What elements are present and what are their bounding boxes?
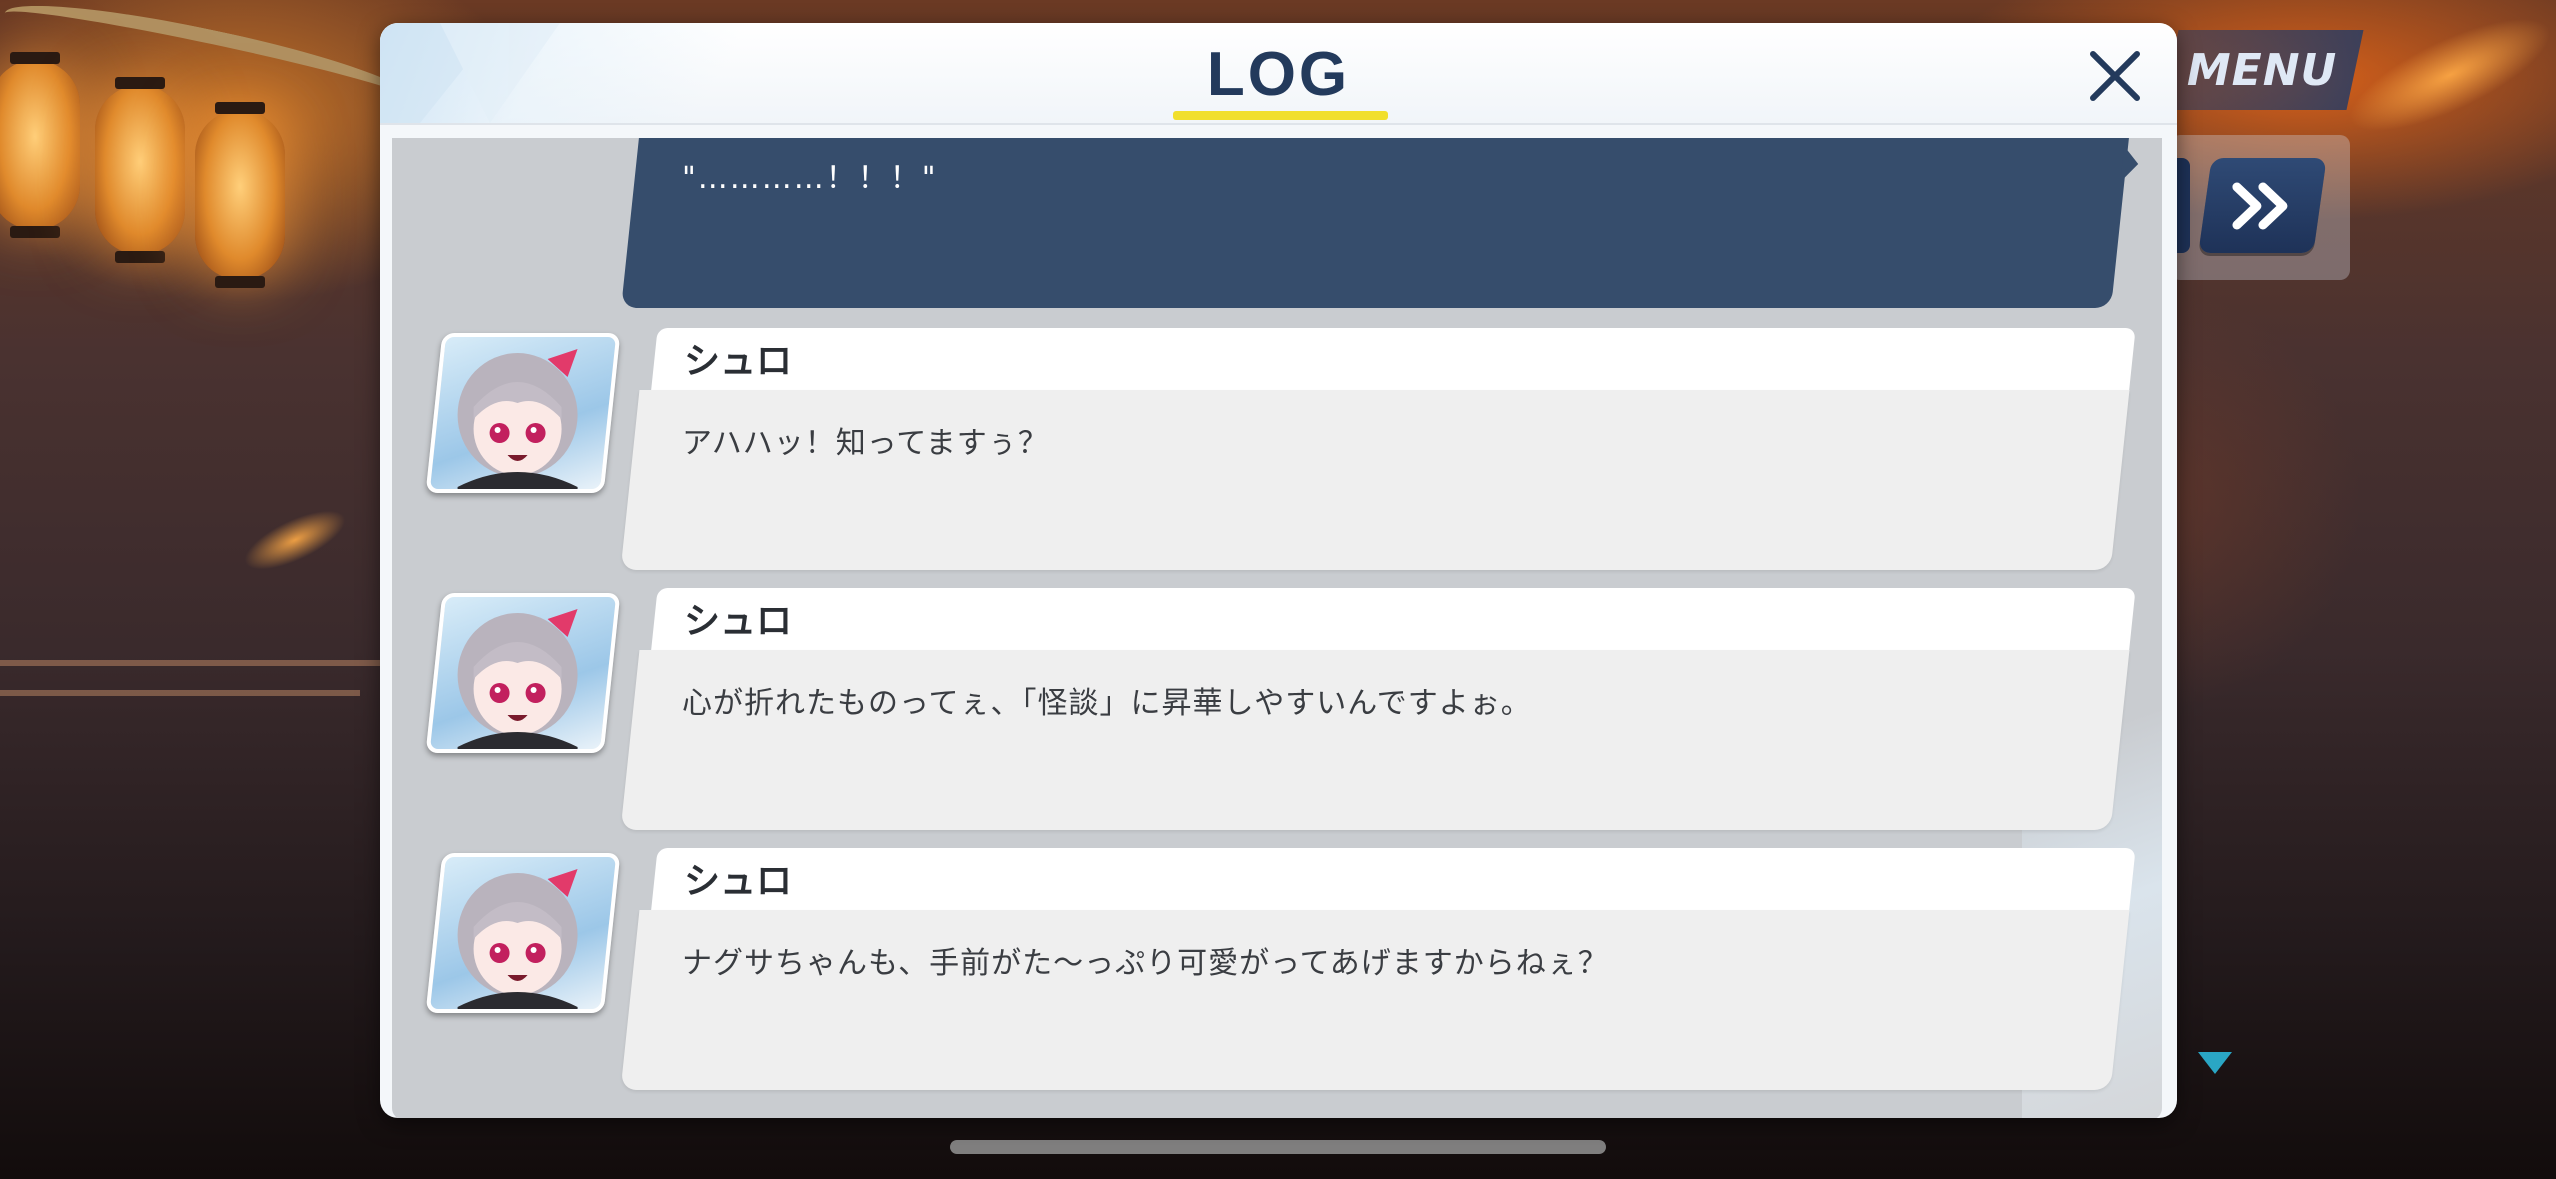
- fast-forward-icon: [2232, 182, 2287, 229]
- character-portrait: [457, 869, 578, 1013]
- triangle-down-icon: [2198, 1052, 2232, 1074]
- message-text: ナグサちゃんも、手前がた～っぷり可愛がってあげますからねぇ？: [682, 946, 1609, 981]
- message-box: [620, 910, 2130, 1090]
- home-indicator[interactable]: [950, 1140, 1606, 1154]
- wall-line: [0, 690, 360, 696]
- ember: [236, 498, 354, 582]
- character-portrait: [457, 609, 578, 753]
- speaker-name: シュロ: [684, 601, 793, 642]
- speaker-name-plate: [650, 848, 2136, 918]
- log-dialog: LOG "…………！！！" シュロ アハハッ！知ってますぅ？ シュロ 心が折れた…: [380, 23, 2177, 1118]
- speaker-name-plate: [650, 588, 2136, 658]
- log-dialog-header: LOG: [380, 23, 2177, 125]
- character-avatar: [425, 853, 621, 1013]
- message-box: [620, 390, 2130, 570]
- lantern: [95, 77, 185, 263]
- ember: [2335, 0, 2556, 154]
- speaker-name: シュロ: [684, 341, 793, 382]
- message-text: 心が折れたものってぇ、「怪談」に昇華しやすいんですよぉ。: [682, 686, 1532, 721]
- lantern: [0, 52, 80, 238]
- title-underline: [1173, 111, 1388, 120]
- menu-button[interactable]: MENU: [2161, 30, 2364, 110]
- player-line-text: "…………！！！": [682, 161, 938, 196]
- wall-line: [0, 660, 380, 666]
- log-entry: シュロ 心が折れたものってぇ、「怪談」に昇華しやすいんですよぉ。: [392, 588, 2162, 833]
- fast-forward-button[interactable]: [2198, 158, 2327, 253]
- log-entry: シュロ アハハッ！知ってますぅ？: [392, 328, 2162, 573]
- message-text: アハハッ！知ってますぅ？: [682, 426, 1049, 461]
- log-list[interactable]: "…………！！！" シュロ アハハッ！知ってますぅ？ シュロ 心が折れたものって…: [392, 138, 2162, 1118]
- character-avatar: [425, 333, 621, 493]
- lantern: [195, 102, 285, 288]
- close-button[interactable]: [2080, 41, 2150, 111]
- character-avatar: [425, 593, 621, 753]
- speaker-name: シュロ: [684, 861, 793, 902]
- log-title: LOG: [1206, 40, 1351, 109]
- menu-button-label: MENU: [2187, 44, 2338, 96]
- speaker-name-plate: [650, 328, 2136, 398]
- log-entry: シュロ ナグサちゃんも、手前がた～っぷり可愛がってあげますからねぇ？: [392, 848, 2162, 1093]
- character-portrait: [457, 349, 578, 493]
- message-box: [620, 650, 2130, 830]
- close-icon: [2090, 51, 2140, 101]
